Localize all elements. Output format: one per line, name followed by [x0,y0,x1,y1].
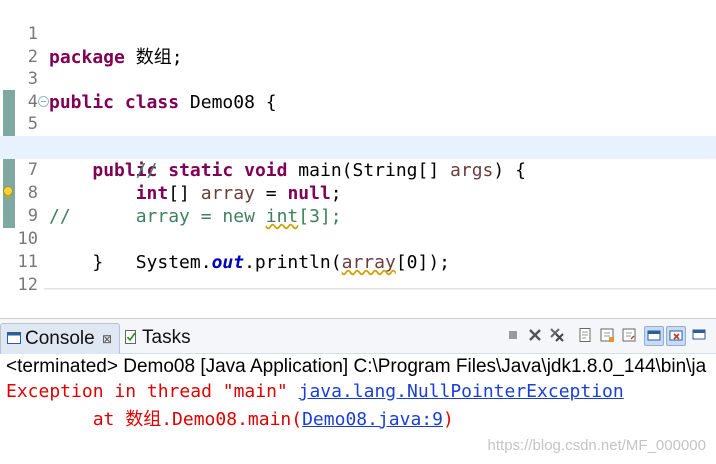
remove-all-terminated-icon[interactable] [548,326,566,344]
stack-trace-suffix: ) [442,409,454,430]
tab-console-label: Console [25,328,95,349]
stack-trace-prefix: at 数组.Demo08.main( [6,409,303,430]
code-line-12: 12 } [0,251,716,290]
code-line-9: 9 System.out.println(array[0]); [0,182,716,273]
console-panel: Console ⊠ Tasks <terminated> Demo08 [Jav… [0,318,716,464]
exception-link[interactable]: java.lang.NullPointerException [299,381,624,402]
open-console-dropdown-icon[interactable] [690,326,708,344]
source-location-link[interactable]: Demo08.java:9 [302,409,443,430]
code-line-3: 3 public class Demo08 { [0,45,716,113]
watermark-text: https://blog.csdn.net/MF_000000 [487,437,706,454]
exception-line: Exception in thread "main" java.lang.Nul… [6,381,624,402]
terminate-icon[interactable] [504,326,522,344]
fold-collapse-icon[interactable]: − [38,96,49,107]
code-line-7-current: 7 int[] array = null; [0,136,716,204]
code-editor[interactable]: 1 package 数组; 2 3 public class Demo08 { … [0,0,716,290]
code-line-11: 11 [0,228,716,272]
code-line-5: 5 − public static void main(String[] arg… [0,90,716,181]
terminated-status-line: <terminated> Demo08 [Java Application] C… [6,356,707,377]
tab-tasks[interactable]: Tasks [122,323,202,353]
scroll-lock-icon[interactable] [598,326,616,344]
pin-console-icon[interactable] [644,326,664,346]
exception-prefix: Exception in thread "main" [6,381,299,402]
tab-console[interactable]: Console ⊠ [0,323,120,354]
code-line-10: 10 } [0,205,716,273]
console-toolbar [504,325,716,347]
code-line-1: 1 package 数组; [0,0,716,68]
code-line-6: 6 // [0,113,716,181]
console-icon [7,332,21,344]
code-line-4: 4 [0,68,716,112]
code-line-2: 2 [0,23,716,67]
tab-tasks-label: Tasks [142,327,191,348]
tasks-icon [125,330,136,344]
code-line-8: 8 // array = new int[3]; [0,159,716,227]
stack-trace-line: at 数组.Demo08.main(Demo08.java:9) [6,405,454,431]
word-wrap-icon[interactable] [620,326,638,344]
clear-console-icon[interactable] [576,326,594,344]
view-tab-bar: Console ⊠ Tasks [0,319,716,354]
display-selected-console-icon[interactable] [666,326,686,346]
remove-launch-icon[interactable] [526,326,544,344]
horizontal-scrollbar[interactable]: < [44,288,716,290]
warning-lightbulb-icon[interactable] [2,186,14,200]
close-icon[interactable]: ⊠ [102,324,112,354]
